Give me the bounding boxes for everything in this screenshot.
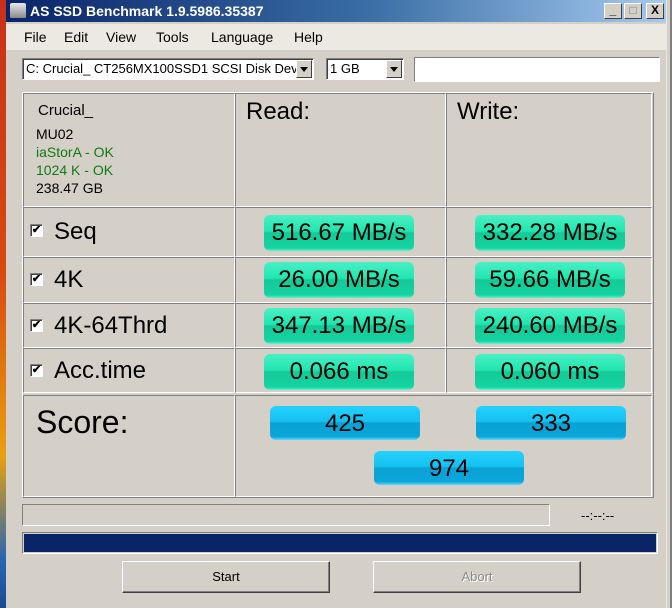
read-score: 425: [270, 406, 420, 440]
text-field[interactable]: [414, 57, 660, 82]
results-grid: Crucial_ MU02 iaStorA - OK 1024 K - OK 2…: [22, 92, 654, 498]
seq-checkbox[interactable]: ✔: [30, 224, 43, 237]
menu-bar: File Edit View Tools Language Help: [6, 24, 666, 50]
status-box: [22, 504, 550, 526]
drive-info-cell: Crucial_ MU02 iaStorA - OK 1024 K - OK 2…: [23, 93, 235, 207]
progress-bar: [22, 532, 658, 554]
title-bar[interactable]: AS SSD Benchmark 1.9.5986.35387 _ □ X: [6, 0, 666, 22]
read-header: Read:: [246, 98, 311, 125]
minimize-button[interactable]: _: [604, 3, 622, 19]
read-header-cell: Read:: [235, 93, 446, 207]
size-select-value: 1 GB: [330, 61, 360, 76]
maximize-button[interactable]: □: [624, 3, 642, 19]
4k64-read-result: 347.13 MB/s: [264, 308, 414, 344]
drive-select-value: C: Crucial_ CT256MX100SSD1 SCSI Disk Dev: [26, 61, 296, 76]
menu-file[interactable]: File: [24, 29, 47, 45]
chevron-down-icon[interactable]: [386, 60, 402, 78]
score-label: Score:: [36, 404, 129, 440]
acctime-write-result: 0.060 ms: [475, 354, 625, 390]
result-cell: 240.60 MB/s: [446, 303, 652, 348]
drive-select[interactable]: C: Crucial_ CT256MX100SSD1 SCSI Disk Dev: [22, 58, 314, 80]
table-row: ✔ Acc.time: [23, 348, 235, 393]
table-row: ✔ Seq: [23, 207, 235, 257]
start-button[interactable]: Start: [122, 561, 330, 593]
seq-write-result: 332.28 MB/s: [475, 215, 625, 251]
driver-status: iaStorA - OK: [36, 144, 114, 160]
4k64-checkbox[interactable]: ✔: [30, 319, 43, 332]
result-cell: 516.67 MB/s: [235, 207, 446, 257]
4k-read-result: 26.00 MB/s: [264, 262, 414, 298]
menu-help[interactable]: Help: [294, 29, 323, 45]
table-row: ✔ 4K: [23, 257, 235, 303]
window-border: [666, 0, 672, 608]
app-window: AS SSD Benchmark 1.9.5986.35387 _ □ X Fi…: [6, 0, 672, 608]
write-header-cell: Write:: [446, 93, 652, 207]
result-cell: 0.060 ms: [446, 348, 652, 393]
menu-edit[interactable]: Edit: [64, 29, 88, 45]
total-score: 974: [374, 451, 524, 485]
alignment-status: 1024 K - OK: [36, 162, 114, 178]
disk-icon: [10, 3, 26, 18]
write-score: 333: [476, 406, 626, 440]
write-header: Write:: [457, 98, 520, 125]
acctime-checkbox[interactable]: ✔: [30, 364, 43, 377]
menu-language[interactable]: Language: [211, 29, 273, 45]
4k64-write-result: 240.60 MB/s: [475, 308, 625, 344]
drive-capacity: 238.47 GB: [36, 180, 103, 196]
result-cell: 332.28 MB/s: [446, 207, 652, 257]
4k-write-result: 59.66 MB/s: [475, 262, 625, 298]
score-cell: 425 333 974: [235, 395, 652, 497]
chevron-down-icon[interactable]: [296, 60, 312, 78]
result-cell: 347.13 MB/s: [235, 303, 446, 348]
drive-name: Crucial_: [38, 102, 94, 119]
score-label-cell: Score:: [23, 395, 235, 497]
test-label: Acc.time: [54, 357, 147, 384]
size-select[interactable]: 1 GB: [326, 58, 404, 80]
test-label: 4K-64Thrd: [54, 312, 168, 339]
menu-view[interactable]: View: [106, 29, 136, 45]
drive-firmware: MU02: [36, 126, 74, 142]
4k-checkbox[interactable]: ✔: [30, 273, 43, 286]
acctime-read-result: 0.066 ms: [264, 354, 414, 390]
menu-tools[interactable]: Tools: [156, 29, 189, 45]
result-cell: 0.066 ms: [235, 348, 446, 393]
elapsed-time: --:--:--: [581, 508, 615, 523]
table-row: ✔ 4K-64Thrd: [23, 303, 235, 348]
close-button[interactable]: X: [646, 3, 664, 19]
test-label: Seq: [54, 218, 97, 245]
abort-button[interactable]: Abort: [373, 561, 581, 593]
result-cell: 26.00 MB/s: [235, 257, 446, 303]
progress-fill: [24, 534, 656, 552]
test-label: 4K: [54, 266, 84, 293]
seq-read-result: 516.67 MB/s: [264, 215, 414, 251]
result-cell: 59.66 MB/s: [446, 257, 652, 303]
window-title: AS SSD Benchmark 1.9.5986.35387: [30, 3, 264, 19]
